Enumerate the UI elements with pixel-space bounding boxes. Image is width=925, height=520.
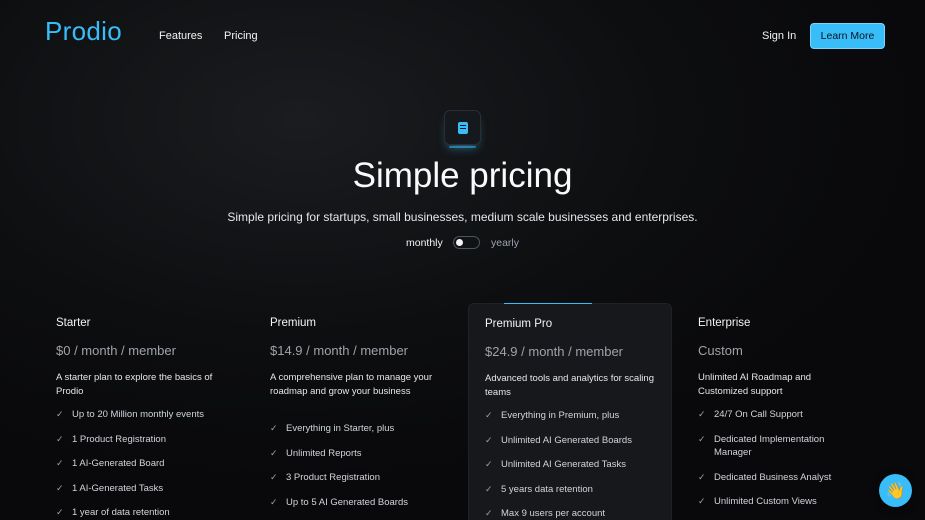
document-icon-glyph xyxy=(457,121,468,134)
feature-item: ✓ Everything in Starter, plus xyxy=(270,423,395,434)
feature-item: ✓ 1 AI-Generated Board xyxy=(56,458,165,469)
learn-more-button[interactable]: Learn More xyxy=(810,23,885,49)
page-subtitle: Simple pricing for startups, small busin… xyxy=(227,210,698,224)
feature-item: ✓ 1 AI-Generated Tasks xyxy=(56,482,164,494)
check-icon: ✓ xyxy=(698,409,706,419)
waving-hand-icon: 👋 xyxy=(885,482,906,500)
document-icon xyxy=(444,110,481,145)
page-title: Simple pricing xyxy=(352,156,573,195)
plan-name: Premium Pro xyxy=(485,318,553,330)
feature-item: ✓ Everything in Premium, plus xyxy=(485,410,620,421)
check-icon: ✓ xyxy=(56,409,64,419)
highlight-accent-line xyxy=(504,303,592,304)
feature-item: ✓ Unlimited AI Generated Boards xyxy=(485,434,632,446)
plan-description: Advanced tools and analytics for scaling… xyxy=(485,373,654,398)
feature-item: ✓ Unlimited AI Generated Tasks xyxy=(485,459,626,470)
feature-item: ✓ Up to 20 Million monthly events xyxy=(56,409,205,420)
check-icon: ✓ xyxy=(485,459,493,469)
check-icon: ✓ xyxy=(56,433,64,444)
toggle-knob xyxy=(456,239,463,246)
feature-item: ✓ Max 9 users per account xyxy=(485,508,606,519)
check-icon: ✓ xyxy=(485,508,493,518)
plan-description: Unlimited AI Roadmap and Customized supp… xyxy=(698,372,812,397)
plan-name: Starter xyxy=(56,317,91,329)
check-icon: ✓ xyxy=(698,471,706,482)
feature-item: ✓ Unlimited Custom Views xyxy=(698,496,817,507)
check-icon: ✓ xyxy=(270,447,278,458)
plan-price: $0 / month / member xyxy=(56,343,176,358)
toggle-label-monthly[interactable]: monthly xyxy=(406,237,443,249)
check-icon: ✓ xyxy=(485,434,493,445)
plan-description: A comprehensive plan to manage your road… xyxy=(270,372,433,397)
check-icon: ✓ xyxy=(56,458,64,468)
check-icon: ✓ xyxy=(698,496,706,506)
plan-price: $14.9 / month / member xyxy=(270,343,409,358)
check-icon: ✓ xyxy=(56,482,64,493)
feature-item: ✓ 1 year of data retention xyxy=(56,507,170,518)
check-icon: ✓ xyxy=(270,496,278,507)
feature-list: ✓ Up to 20 Million monthly events ✓ 1 Prod… xyxy=(56,408,242,520)
feature-list: ✓ 24/7 On Call Support ✓ Dedicated Impleme… xyxy=(698,408,884,520)
icon-glow xyxy=(449,146,476,148)
feature-list: ✓ Everything in Starter, plus ✓ Unlimited … xyxy=(270,422,456,520)
plan-card-premium: Premium $14.9 / month / member A compreh… xyxy=(254,303,458,520)
feature-item: ✓ Dedicated Implementation Manager xyxy=(698,433,825,459)
billing-toggle-row: monthly yearly xyxy=(0,236,925,250)
check-icon: ✓ xyxy=(270,423,278,433)
check-icon: ✓ xyxy=(56,507,64,517)
feature-item: ✓ 5 years data retention xyxy=(485,483,593,495)
chat-launcher-button[interactable]: 👋 xyxy=(879,474,912,507)
plan-price: $24.9 / month / member xyxy=(485,344,624,359)
plan-card-premium-pro: Premium Pro $24.9 / month / member Advan… xyxy=(468,303,672,520)
feature-item: ✓ 1 Product Registration xyxy=(56,433,166,445)
nav-link-pricing[interactable]: Pricing xyxy=(224,30,258,42)
nav-link-features[interactable]: Features xyxy=(159,30,202,42)
feature-item: ✓ Up to 5 AI Generated Boards xyxy=(270,496,408,508)
plan-description: A starter plan to explore the basics of … xyxy=(56,372,213,397)
feature-item: ✓ 3 Product Registration xyxy=(270,472,380,483)
toggle-label-yearly[interactable]: yearly xyxy=(491,237,519,249)
plan-card-enterprise: Enterprise Custom Unlimited AI Roadmap a… xyxy=(682,303,886,520)
feature-item: ✓ 24/7 On Call Support xyxy=(698,409,803,420)
feature-item: ✓ Dedicated Business Analyst xyxy=(698,471,832,483)
billing-period-toggle[interactable] xyxy=(453,236,480,249)
feature-item: ✓ Unlimited Reports xyxy=(270,447,362,459)
plan-card-starter: Starter $0 / month / member A starter pl… xyxy=(40,303,244,520)
top-nav: Prodio Features Pricing Sign In Learn Mo… xyxy=(0,0,925,72)
plan-price: Custom xyxy=(698,343,743,358)
check-icon: ✓ xyxy=(270,472,278,482)
feature-list: ✓ Everything in Premium, plus ✓ Unlimited … xyxy=(485,409,671,520)
sign-in-link[interactable]: Sign In xyxy=(762,30,796,42)
logo[interactable]: Prodio xyxy=(45,16,122,47)
plan-name: Premium xyxy=(270,317,317,329)
check-icon: ✓ xyxy=(485,410,493,420)
check-icon: ✓ xyxy=(698,433,706,444)
plan-name: Enterprise xyxy=(698,317,751,329)
check-icon: ✓ xyxy=(485,483,493,494)
